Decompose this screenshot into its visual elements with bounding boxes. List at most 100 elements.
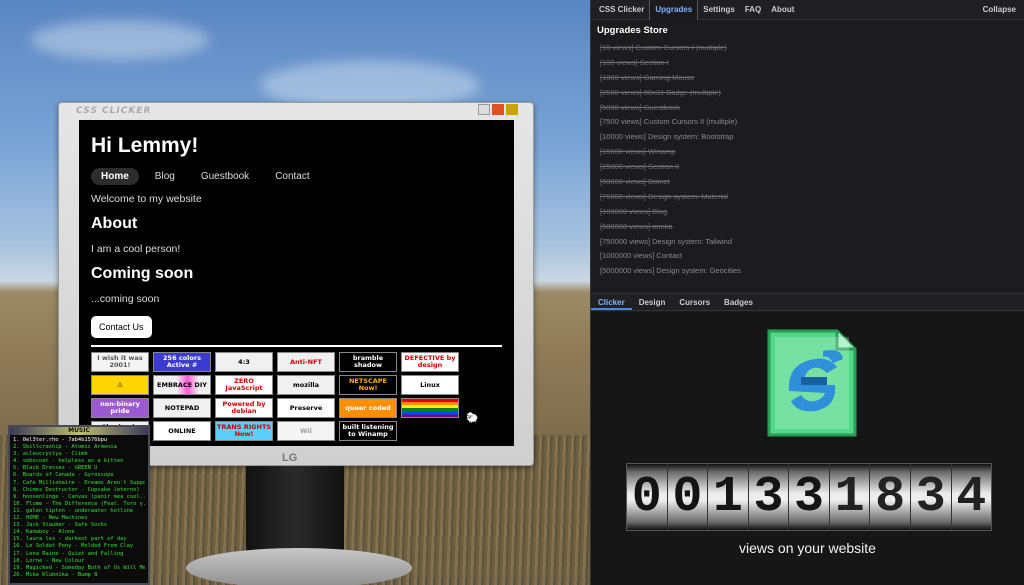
counter-digit: 1 (708, 464, 749, 530)
playlist-track[interactable]: 4. sebscoat - helpless as a kitten (13, 458, 145, 465)
tab-about[interactable]: About (766, 0, 799, 20)
tab-faq[interactable]: FAQ (740, 0, 766, 20)
counter-digit: 1 (829, 464, 871, 530)
css-clicker-panel: CSS Clicker Upgrades Settings FAQ About … (590, 0, 1024, 585)
bottom-tab-bar: Clicker Design Cursors Badges (591, 293, 1024, 311)
upgrade-item[interactable]: [1000000 views] Contact (597, 249, 1018, 264)
welcome-text: Welcome to my website (91, 193, 202, 205)
site-greeting: Hi Lemmy! (91, 134, 199, 157)
playlist-track[interactable]: 18. Lorne - New Colour (13, 558, 145, 565)
playlist-track[interactable]: 20. Mike Klubnika - Bump 8 (13, 572, 145, 579)
tab-upgrades[interactable]: Upgrades (649, 0, 699, 20)
contact-us-button[interactable]: Contact Us (91, 316, 152, 338)
tab-clicker[interactable]: Clicker (591, 294, 632, 310)
section-divider (91, 345, 502, 347)
winamp-title[interactable]: MUSIC (10, 427, 148, 435)
collapse-button[interactable]: Collapse (983, 5, 1016, 14)
playlist-track[interactable]: 9. hoosenlinge - Canvas (panir mea cool.… (13, 494, 145, 501)
badge-88x31: built listening to Winamp (339, 421, 397, 441)
badge-88x31 (401, 398, 459, 418)
upgrade-item[interactable]: [10000 views] Design system: Bootstrap (597, 130, 1018, 145)
playlist-track[interactable]: 5. Black Dresses - GREEN U (13, 465, 145, 472)
monitor-stand-base (186, 548, 412, 585)
upgrade-item[interactable]: [2500 views] 88x31 Badge (multiple) (597, 86, 1018, 101)
site-nav: Home Blog Guestbook Contact (91, 168, 502, 185)
tab-design[interactable]: Design (632, 294, 673, 310)
counter-digit: 0 (627, 464, 668, 530)
playlist-track[interactable]: 17. Lena Raine - Quiet and Falling (13, 551, 145, 558)
tab-cursors[interactable]: Cursors (672, 294, 717, 310)
nav-guestbook[interactable]: Guestbook (191, 168, 259, 185)
about-heading: About (91, 215, 138, 232)
counter-digit: 3 (910, 464, 952, 530)
badge-88x31: Anti-NFT (277, 352, 335, 372)
badge-88x31: ⚠ (91, 375, 149, 395)
badge-88x31: bramble shadow (339, 352, 397, 372)
tab-settings[interactable]: Settings (698, 0, 740, 20)
about-text: I am a cool person! (91, 243, 181, 255)
playlist-track[interactable]: 14. Kamaboy - Alone (13, 529, 145, 536)
playlist-track[interactable]: 16. Le Soldat Pony - Molded From Clay (13, 543, 145, 550)
counter-digit: 3 (789, 464, 830, 530)
upgrade-item[interactable]: [750000 views] Design system: Tailwind (597, 235, 1018, 250)
badge-88x31: mozilla (277, 375, 335, 395)
badge-88x31: Powered by debian (215, 398, 273, 418)
badge-88x31: I wish it was 2001! (91, 352, 149, 372)
upgrade-item[interactable]: [10 views] Custom Cursors I (multiple) (597, 41, 1018, 56)
badge-88x31: queer coded (339, 398, 397, 418)
counter-digit: 4 (951, 464, 992, 530)
upgrade-item[interactable]: [15000 views] Winamp (597, 145, 1018, 160)
view-counter-odometer: 001331834 (626, 463, 992, 531)
lg-logo: LG (282, 452, 298, 464)
top-tab-bar: CSS Clicker Upgrades Settings FAQ About … (591, 0, 1024, 20)
upgrade-item[interactable]: [25000 views] Section II (597, 160, 1018, 175)
playlist-track[interactable]: 11. galen tipton - underwater hotline (13, 508, 145, 515)
upgrade-item[interactable]: [500000 views] oneko (597, 220, 1018, 235)
winamp-playlist: 1. 0el3ter.rho - 7ab4b1576bpu 2. Skillcra… (10, 435, 148, 581)
upgrade-item[interactable]: [50000 views] Botnet (597, 175, 1018, 190)
playlist-track[interactable]: 19. Magicked - Someday Both of Us Will M… (13, 565, 145, 572)
store-title: Upgrades Store (597, 25, 668, 36)
badge-88x31: Preserve (277, 398, 335, 418)
upgrade-item[interactable]: [1000 views] Gaming Mouse (597, 71, 1018, 86)
tab-badges[interactable]: Badges (717, 294, 760, 310)
playlist-track[interactable]: 3. acleucryslyu - Climb (13, 451, 145, 458)
counter-digit: 8 (870, 464, 911, 530)
upgrade-item[interactable]: [7500 views] Custom Cursors II (multiple… (597, 115, 1018, 130)
badge-88x31: ONLINE (153, 421, 211, 441)
upgrade-item[interactable]: [100 views] Section I (597, 56, 1018, 71)
playlist-track[interactable]: 1. 0el3ter.rho - 7ab4b1576bpu (13, 437, 145, 444)
coming-soon-text: ...coming soon (91, 293, 160, 305)
desktop-scene: CSS CLICKER Hi Lemmy! Home Blog Guestboo… (0, 0, 590, 585)
playlist-track[interactable]: 12. HOME - New Machines (13, 515, 145, 522)
playlist-track[interactable]: 2. Skillcraship - Atomic Armenia (13, 444, 145, 451)
playlist-track[interactable]: 8. Chimes Destructor - Cupcake (eterno) (13, 487, 145, 494)
internet-explorer-file-icon[interactable] (767, 329, 857, 437)
badge-88x31: NOTEPAD (153, 398, 211, 418)
playlist-track[interactable]: 7. Cafe Millionaire - Dreams Aren't Supp… (13, 480, 145, 487)
winamp-player[interactable]: MUSIC 1. 0el3ter.rho - 7ab4b1576bpu 2. Sk… (8, 425, 150, 585)
badge-88x31: EMBRACE DIY (153, 375, 211, 395)
upgrade-item[interactable]: [100000 views] Blog (597, 205, 1018, 220)
views-label: views on your website (739, 540, 876, 556)
badge-88x31: Linux (401, 375, 459, 395)
playlist-track[interactable]: 15. laura les - darkest part of day (13, 536, 145, 543)
monitor-indicator-lights (478, 104, 518, 115)
counter-digit: 3 (748, 464, 790, 530)
nav-contact[interactable]: Contact (265, 168, 319, 185)
badge-88x31: ZERO JavaScript (215, 375, 273, 395)
badge-88x31: NETSCAPE Now! (339, 375, 397, 395)
playlist-track[interactable]: 6. Boards of Canada - Gyroscope (13, 472, 145, 479)
monitor-stand (246, 466, 344, 556)
badge-88x31: Wii (277, 421, 335, 441)
upgrade-list: [10 views] Custom Cursors I (multiple) [1… (597, 41, 1018, 279)
upgrade-item[interactable]: [5000 views] Guestbook (597, 101, 1018, 116)
upgrade-item[interactable]: [75000 views] Design system: Material (597, 190, 1018, 205)
tab-css-clicker[interactable]: CSS Clicker (594, 0, 649, 20)
website-screen: Hi Lemmy! Home Blog Guestbook Contact We… (79, 120, 514, 446)
nav-blog[interactable]: Blog (145, 168, 185, 185)
playlist-track[interactable]: 10. Flume - The Difference (Feat. Toro y… (13, 501, 145, 508)
nav-home[interactable]: Home (91, 168, 139, 185)
playlist-track[interactable]: 13. Jack Stauber - Safe Socks (13, 522, 145, 529)
upgrade-item[interactable]: [5000000 views] Design system: Geocities (597, 264, 1018, 279)
